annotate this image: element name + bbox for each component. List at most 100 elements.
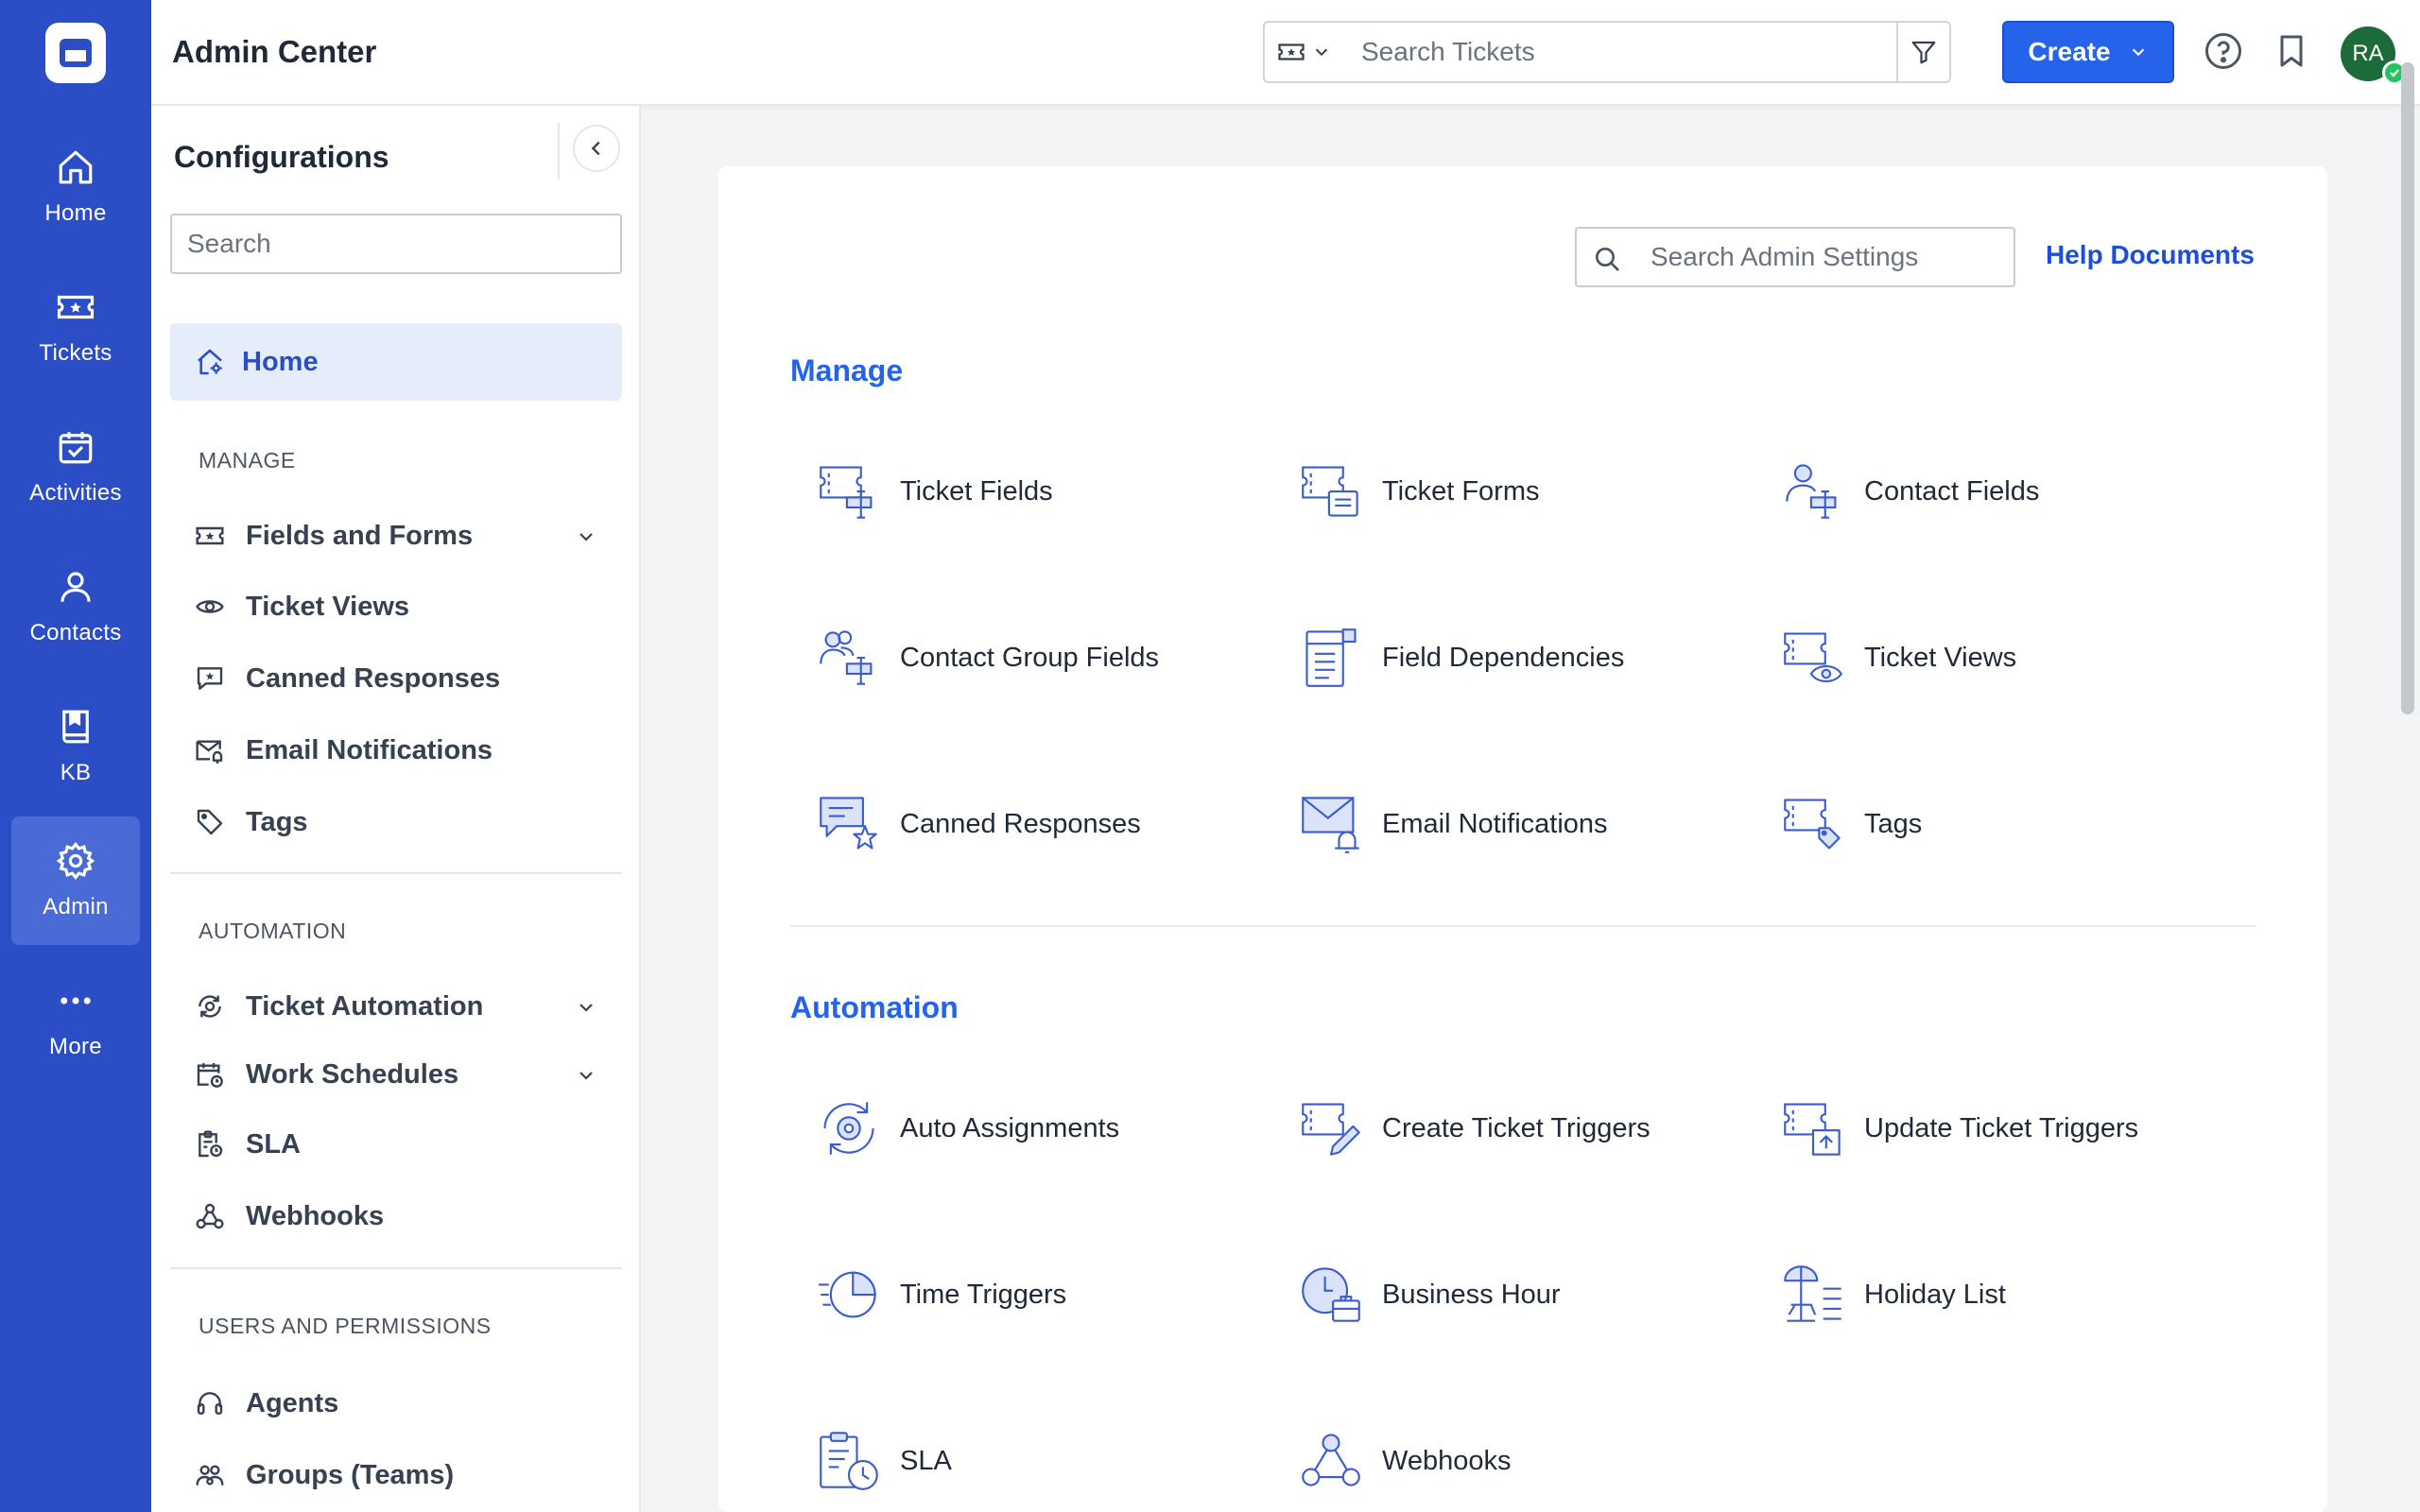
sidebar-item-label: Fields and Forms: [246, 520, 474, 551]
help-button[interactable]: [2203, 30, 2244, 72]
sidebar-item-label: Groups (Teams): [246, 1459, 455, 1490]
sidebar-item-sla[interactable]: SLA: [195, 1121, 611, 1168]
tile-ticket-fields[interactable]: Ticket Fields: [817, 454, 1270, 529]
ticket-icon: [1277, 38, 1305, 66]
sidebar-item-label: Webhooks: [246, 1200, 385, 1231]
tile-label: Contact Fields: [1864, 475, 2040, 507]
rail-item-more[interactable]: More: [11, 956, 140, 1085]
sidebar-item-tags[interactable]: Tags: [195, 799, 611, 846]
sidebar-item-label: Work Schedules: [246, 1058, 459, 1090]
ticket-fields-icon: [817, 459, 881, 524]
tile-label: Tags: [1864, 808, 1923, 839]
sidebar-item-fields-and-forms[interactable]: Fields and Forms: [195, 512, 611, 559]
admin-search-input[interactable]: [1637, 229, 2006, 285]
page-scrollbar[interactable]: [2401, 62, 2414, 714]
section-divider: [790, 925, 2256, 927]
tile-update-ticket-triggers[interactable]: Update Ticket Triggers: [1781, 1091, 2235, 1166]
tile-business-hour[interactable]: Business Hour: [1299, 1257, 1753, 1332]
search-icon: [1592, 244, 1622, 274]
rail-item-admin[interactable]: Admin: [11, 816, 140, 945]
app-logo[interactable]: [45, 23, 106, 83]
tile-email-notifications[interactable]: Email Notifications: [1299, 786, 1753, 862]
calendar-check-icon: [56, 427, 95, 467]
sidebar-item-label: Email Notifications: [246, 734, 493, 765]
sidebar-item-work-schedules[interactable]: Work Schedules: [195, 1051, 611, 1098]
rail-item-home[interactable]: Home: [11, 123, 140, 251]
help-circle-icon: [2204, 31, 2243, 71]
tile-label: Canned Responses: [900, 808, 1141, 839]
sidebar-item-label: Ticket Automation: [246, 990, 484, 1022]
sidebar-item-ticket-views[interactable]: Ticket Views: [195, 583, 611, 630]
section-header-users: USERS AND PERMISSIONS: [199, 1314, 492, 1338]
rail-item-tickets[interactable]: Tickets: [11, 263, 140, 391]
automation-icon: [195, 991, 225, 1022]
search-type-dropdown[interactable]: [1265, 23, 1344, 81]
tile-label: Webhooks: [1382, 1445, 1512, 1476]
tile-auto-assignments[interactable]: Auto Assignments: [817, 1091, 1270, 1166]
tile-contact-group-fields[interactable]: Contact Group Fields: [817, 620, 1270, 696]
tile-label: Email Notifications: [1382, 808, 1608, 839]
tile-tags[interactable]: Tags: [1781, 786, 2235, 862]
bookmark-button[interactable]: [2271, 30, 2312, 72]
sidebar-item-ticket-automation[interactable]: Ticket Automation: [195, 983, 611, 1030]
tags-icon: [1781, 792, 1845, 856]
tile-label: Ticket Forms: [1382, 475, 1540, 507]
tile-create-ticket-triggers[interactable]: Create Ticket Triggers: [1299, 1091, 1753, 1166]
sidebar-item-groups[interactable]: Groups (Teams): [195, 1452, 611, 1499]
create-button[interactable]: Create: [2002, 21, 2174, 83]
tile-sla[interactable]: SLA: [817, 1423, 1270, 1499]
tile-label: Time Triggers: [900, 1279, 1067, 1310]
filter-button[interactable]: [1896, 23, 1949, 81]
time-trigger-icon: [817, 1263, 881, 1327]
tile-holiday-list[interactable]: Holiday List: [1781, 1257, 2235, 1332]
home-icon: [56, 147, 95, 187]
tile-canned-responses[interactable]: Canned Responses: [817, 786, 1270, 862]
sidebar-item-label: Ticket Views: [246, 591, 410, 622]
email-notifications-icon: [1299, 792, 1363, 856]
tile-label: Auto Assignments: [900, 1112, 1120, 1143]
filter-icon: [1910, 38, 1938, 66]
collapse-sidebar-button[interactable]: [573, 125, 620, 172]
gear-icon: [56, 841, 95, 881]
person-icon: [56, 567, 95, 607]
tile-ticket-forms[interactable]: Ticket Forms: [1299, 454, 1753, 529]
sidebar-item-canned-responses[interactable]: Canned Responses: [195, 655, 611, 702]
sidebar-item-email-notifications[interactable]: Email Notifications: [195, 727, 611, 774]
tile-field-dependencies[interactable]: Field Dependencies: [1299, 620, 1753, 696]
business-hour-icon: [1299, 1263, 1363, 1327]
chevron-down-icon[interactable]: [575, 525, 597, 548]
rail-item-kb[interactable]: KB: [11, 682, 140, 811]
tile-label: SLA: [900, 1445, 952, 1476]
tile-label: Field Dependencies: [1382, 642, 1625, 673]
sidebar-item-home[interactable]: Home: [170, 323, 622, 401]
section-title-manage: Manage: [790, 353, 904, 387]
sidebar-item-label: Agents: [246, 1387, 339, 1418]
help-documents-link[interactable]: Help Documents: [2046, 240, 2255, 270]
auto-assign-icon: [817, 1096, 881, 1160]
chevron-down-icon[interactable]: [575, 1064, 597, 1087]
sidebar-item-agents[interactable]: Agents: [195, 1380, 611, 1427]
contact-group-fields-icon: [817, 626, 881, 690]
rail-item-activities[interactable]: Activities: [11, 403, 140, 531]
sidebar-item-webhooks[interactable]: Webhooks: [195, 1193, 611, 1240]
tile-label: Business Hour: [1382, 1279, 1561, 1310]
ticket-search-input[interactable]: [1344, 23, 1874, 81]
canned-responses-icon: [817, 792, 881, 856]
tile-webhooks[interactable]: Webhooks: [1299, 1423, 1753, 1499]
chevron-left-icon: [586, 138, 607, 159]
contact-fields-icon: [1781, 459, 1845, 524]
tile-time-triggers[interactable]: Time Triggers: [817, 1257, 1270, 1332]
rail-item-label: Activities: [29, 480, 122, 506]
top-header: Admin Center Create R: [151, 0, 2420, 106]
mail-bell-icon: [195, 735, 225, 765]
ticket-forms-icon: [1299, 459, 1363, 524]
tile-ticket-views[interactable]: Ticket Views: [1781, 620, 2235, 696]
tile-contact-fields[interactable]: Contact Fields: [1781, 454, 2235, 529]
tile-label: Holiday List: [1864, 1279, 2006, 1310]
sla-icon: [817, 1429, 881, 1493]
tile-label: Ticket Views: [1864, 642, 2017, 673]
chevron-down-icon[interactable]: [575, 996, 597, 1019]
config-search-input[interactable]: [170, 214, 622, 274]
rail-item-contacts[interactable]: Contacts: [11, 542, 140, 671]
rail-item-label: KB: [60, 760, 92, 785]
